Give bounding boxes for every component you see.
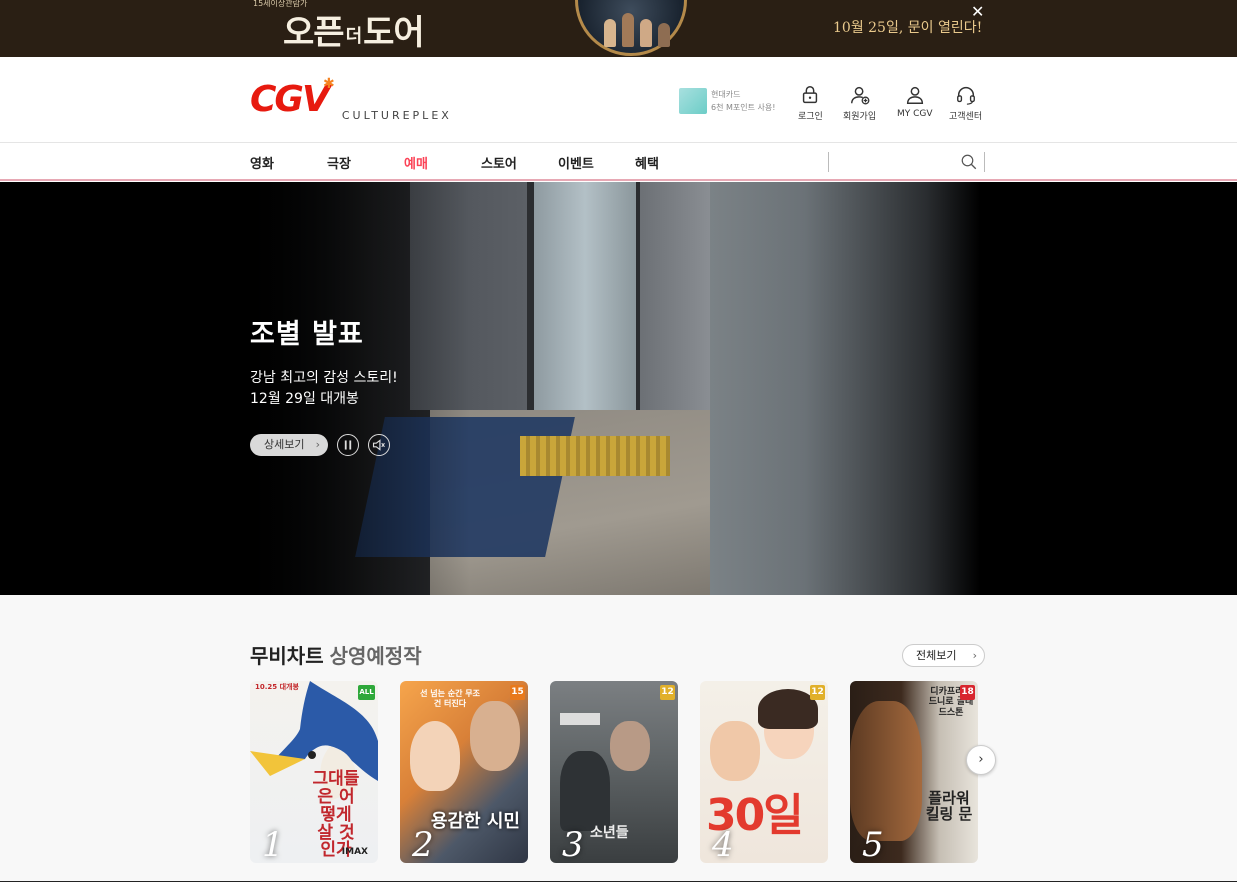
card-promo-line2: 6천 M포인트 사용! bbox=[711, 103, 776, 112]
banner-title-part3: 도어 bbox=[363, 13, 425, 53]
banner-poster-image bbox=[575, 0, 687, 56]
banner-title: 오픈 더도어 bbox=[283, 5, 425, 54]
rank-number: 4 bbox=[712, 825, 734, 863]
rating-badge: ALL bbox=[358, 685, 375, 700]
chevron-right-icon: › bbox=[978, 752, 984, 767]
customer-center-link[interactable]: 고객센터 bbox=[949, 84, 982, 122]
rating-badge: 18 bbox=[960, 685, 975, 700]
signup-link[interactable]: 회원가입 bbox=[843, 84, 876, 122]
logo-star-icon: ✱ bbox=[323, 76, 335, 92]
view-all-label: 전체보기 bbox=[916, 649, 957, 662]
card-promo-banner[interactable]: 현대카드 6천 M포인트 사용! bbox=[679, 88, 775, 114]
add-user-icon bbox=[850, 86, 870, 105]
hero-title: 조별 발표 bbox=[250, 319, 364, 350]
credit-card-icon bbox=[679, 88, 707, 114]
mute-button[interactable] bbox=[368, 434, 390, 456]
headset-icon bbox=[956, 87, 975, 105]
main-nav: 영화 극장 예매 스토어 이벤트 혜택 bbox=[0, 143, 1237, 181]
movie-poster-4[interactable]: 12 30일 4 bbox=[700, 681, 828, 863]
poster-3-sign bbox=[560, 713, 600, 725]
banner-title-part2: 더 bbox=[345, 25, 363, 47]
tab-upcoming[interactable]: 상영예정작 bbox=[330, 644, 422, 668]
hero-desc-line1: 강남 최고의 감성 스토리! bbox=[250, 370, 398, 386]
nav-item-store[interactable]: 스토어 bbox=[481, 153, 558, 172]
signup-label: 회원가입 bbox=[843, 112, 877, 122]
poster-2-tag: 선 넘는 순간 무조건 터진다 bbox=[420, 689, 480, 708]
chevron-right-icon: › bbox=[972, 649, 977, 662]
movie-poster-2[interactable]: 선 넘는 순간 무조건 터진다 15 용감한 시민 2 bbox=[400, 681, 528, 863]
logo-text: CGV bbox=[250, 79, 330, 120]
hero-description: 강남 최고의 감성 스토리! 12월 29일 대개봉 bbox=[250, 368, 398, 410]
my-cgv-label: MY CGV bbox=[897, 109, 933, 119]
pause-button[interactable] bbox=[337, 434, 359, 456]
poster-1-imax: IMAX bbox=[341, 847, 368, 857]
top-ad-banner[interactable]: 15세이상관람가 오픈 더도어 10월 25일, 문이 열린다! ✕ bbox=[0, 0, 1237, 57]
tab-movie-chart[interactable]: 무비차트 bbox=[250, 644, 324, 668]
poster-5-title: 플라워 킬링 문 bbox=[925, 789, 973, 823]
poster-4-hair bbox=[758, 689, 818, 729]
user-icon bbox=[906, 86, 923, 104]
rating-badge: 15 bbox=[510, 685, 525, 700]
rank-number: 5 bbox=[862, 825, 884, 863]
hero-desc-line2: 12월 29일 대개봉 bbox=[250, 391, 359, 407]
login-label: 로그인 bbox=[798, 112, 823, 122]
cgv-logo[interactable]: CGV ✱ CULTUREPLEX bbox=[250, 76, 452, 122]
poster-4-face bbox=[710, 721, 760, 781]
poster-3-face bbox=[610, 721, 650, 771]
hero-video-banner: 조별 발표 강남 최고의 감성 스토리! 12월 29일 대개봉 상세보기 › bbox=[0, 182, 1237, 595]
rating-badge: 12 bbox=[660, 685, 675, 700]
hero-detail-label: 상세보기 bbox=[264, 438, 305, 451]
poster-2-face bbox=[410, 721, 460, 791]
movie-poster-3[interactable]: 12 소년들 3 bbox=[550, 681, 678, 863]
movie-poster-1[interactable]: 10.25 대개봉 ALL 그대들은 어떻게 살 것인가 IMAX 1 bbox=[250, 681, 378, 863]
nav-item-ticketing[interactable]: 예매 bbox=[404, 153, 481, 172]
banner-release-text: 10월 25일, 문이 열린다! bbox=[833, 20, 983, 36]
nav-item-benefits[interactable]: 혜택 bbox=[635, 153, 712, 172]
rating-badge: 12 bbox=[810, 685, 825, 700]
poster-3-figure bbox=[560, 751, 610, 831]
rank-number: 2 bbox=[412, 825, 434, 863]
search-input[interactable] bbox=[835, 153, 955, 171]
nav-item-theater[interactable]: 극장 bbox=[327, 153, 404, 172]
lock-icon bbox=[803, 86, 818, 104]
banner-close-button[interactable]: ✕ bbox=[971, 2, 984, 21]
customer-center-label: 고객센터 bbox=[949, 112, 983, 122]
rank-number: 3 bbox=[562, 825, 584, 863]
movie-chart-section: 무비차트 상영예정작 전체보기 › 10.25 대개봉 ALL 그대들은 어떻게 … bbox=[0, 595, 1237, 882]
rank-number: 1 bbox=[262, 825, 284, 863]
nav-item-event[interactable]: 이벤트 bbox=[558, 153, 635, 172]
logo-subtitle: CULTUREPLEX bbox=[341, 109, 452, 122]
card-promo-line1: 현대카드 bbox=[711, 90, 741, 99]
banner-title-part1: 오픈 bbox=[283, 13, 345, 53]
poster-3-title: 소년들 bbox=[590, 825, 629, 841]
my-cgv-link[interactable]: MY CGV bbox=[897, 84, 933, 119]
poster-5-face bbox=[850, 701, 922, 841]
search-icon[interactable] bbox=[960, 153, 978, 171]
search-box bbox=[828, 152, 985, 172]
site-header: CGV ✱ CULTUREPLEX 현대카드 6천 M포인트 사용! 로그인 회… bbox=[0, 57, 1237, 143]
view-all-button[interactable]: 전체보기 › bbox=[902, 644, 985, 667]
login-link[interactable]: 로그인 bbox=[798, 84, 823, 122]
hero-detail-button[interactable]: 상세보기 › bbox=[250, 434, 328, 456]
poster-2-face2 bbox=[470, 701, 520, 771]
poster-1-tag: 10.25 대개봉 bbox=[255, 683, 299, 691]
chart-tabs: 무비차트 상영예정작 bbox=[250, 640, 422, 669]
chart-next-button[interactable]: › bbox=[966, 745, 996, 775]
nav-item-movie[interactable]: 영화 bbox=[250, 153, 327, 172]
poster-2-title: 용감한 시민 bbox=[430, 811, 520, 832]
movie-poster-5[interactable]: 디카프리오 드니로 글래드스톤 18 플라워 킬링 문 5 bbox=[850, 681, 978, 863]
chevron-right-icon: › bbox=[315, 438, 320, 451]
